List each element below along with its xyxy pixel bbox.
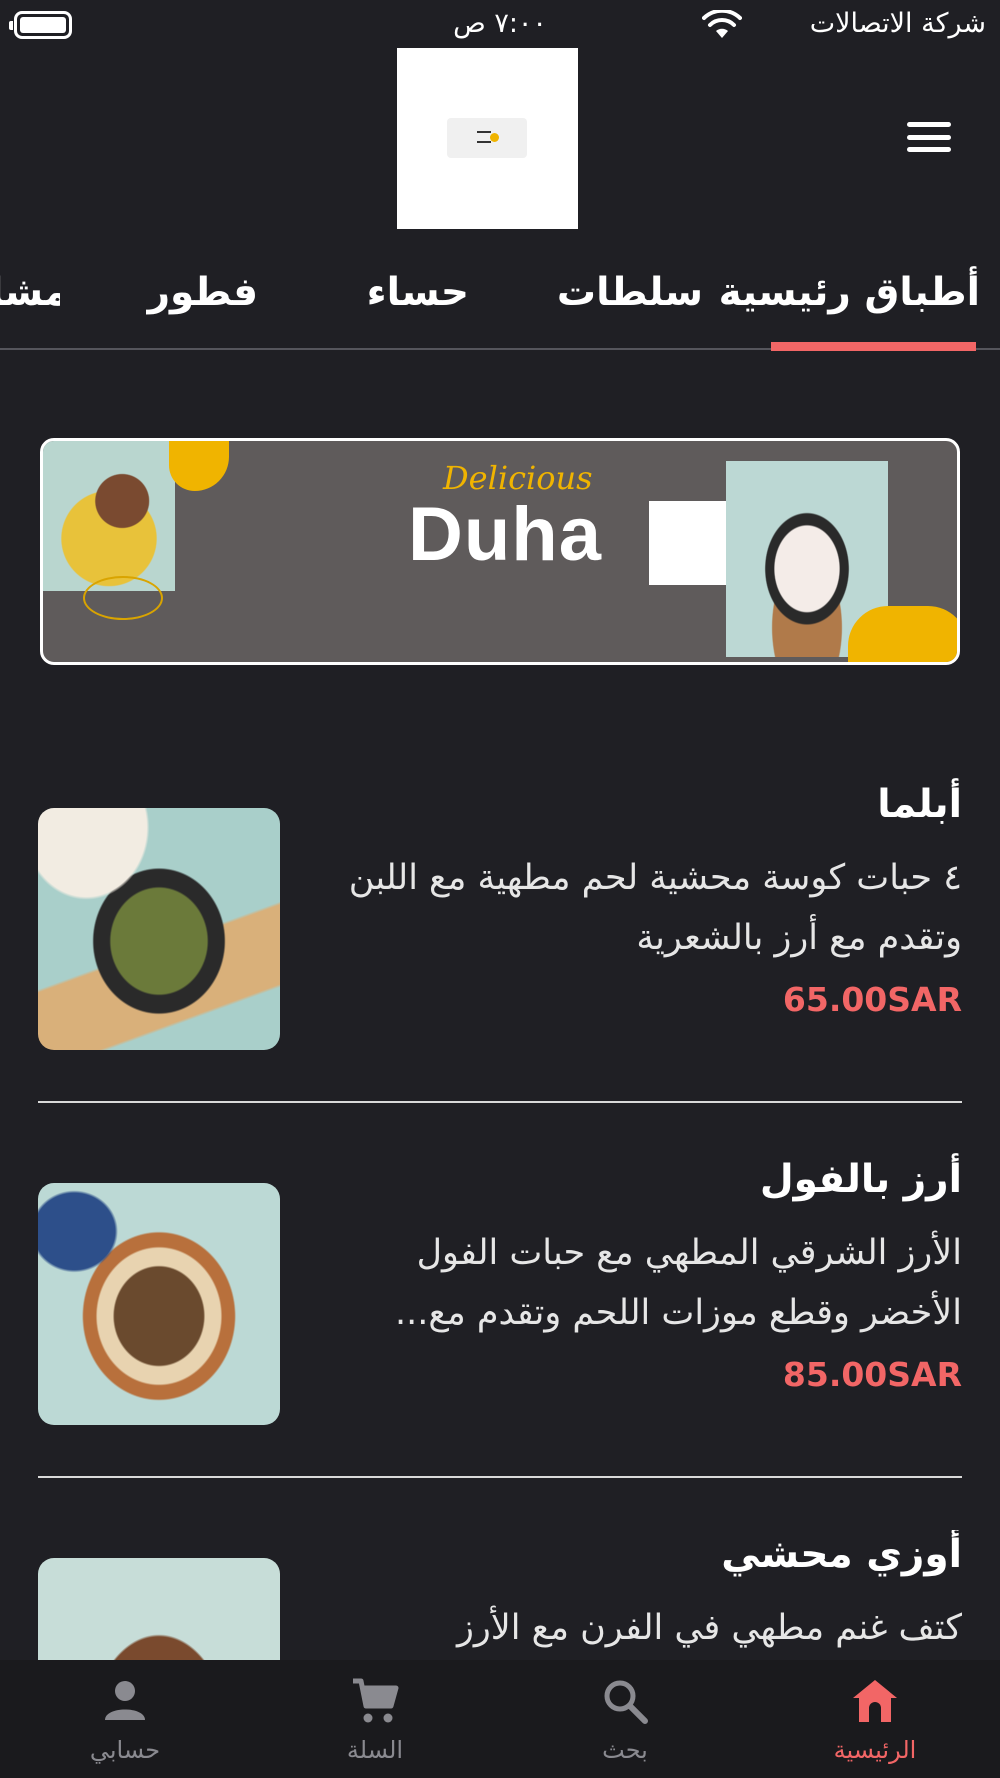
product-image[interactable] [38,1183,280,1425]
product-price: 65.00SAR [782,980,962,1019]
tab-breakfast[interactable]: فطور [148,270,258,315]
banner-decoration [169,441,229,491]
status-bar: ٧:٠٠ ص شركة الاتصالات [0,0,1000,48]
product-description: كتف غنم مطهي في الفرن مع الأرز [456,1608,962,1648]
hamburger-menu-icon[interactable] [905,118,953,156]
product-name: أبلما [877,782,962,827]
product-item[interactable]: أبلما ٤ حبات كوسة محشية لحم مطهية مع الل… [38,780,962,1060]
nav-cart[interactable]: السلة [250,1660,500,1778]
product-name: أوزي محشي [721,1532,962,1577]
tab-grills[interactable]: مشا [0,270,60,315]
banner-food-image-left [43,441,175,591]
nav-home[interactable]: الرئيسية [750,1660,1000,1778]
nav-home-label: الرئيسية [833,1736,917,1764]
logo-image [447,118,527,158]
divider [38,1101,962,1103]
product-item[interactable]: أرز بالفول الأرز الشرقي المطهي مع حبات ا… [38,1155,962,1435]
carrier-name: شركة الاتصالات [809,8,986,39]
product-description: ٤ حبات كوسة محشية لحم مطهية مع اللبن وتق… [348,858,962,958]
restaurant-logo[interactable] [397,48,578,229]
promo-banner[interactable]: Delicious Duha [40,438,960,665]
bottom-navigation: الرئيسية بحث السلة حسابي [0,1660,1000,1778]
wifi-icon [702,10,742,38]
search-icon [604,1680,648,1724]
nav-cart-label: السلة [346,1736,404,1764]
category-tabs: أطباق رئيسية سلطات حساء فطور مشا [0,258,1000,351]
nav-account[interactable]: حسابي [0,1660,250,1778]
nav-search[interactable]: بحث [500,1660,750,1778]
product-image[interactable] [38,1558,280,1660]
divider [38,1476,962,1478]
tab-main-dishes[interactable]: أطباق رئيسية [719,270,980,315]
active-tab-indicator [771,342,976,351]
product-description: الأرز الشرقي المطهي مع حبات الفول الأخضر… [395,1233,962,1333]
product-price: 85.00SAR [782,1355,962,1394]
banner-decoration [83,576,163,620]
tab-salads[interactable]: سلطات [557,270,703,315]
banner-decoration [848,606,957,662]
tab-soups[interactable]: حساء [367,270,469,315]
nav-account-label: حسابي [89,1736,161,1764]
banner-title: Duha [408,492,602,577]
product-item[interactable]: أوزي محشي كتف غنم مطهي في الفرن مع الأرز [38,1530,962,1660]
nav-search-label: بحث [602,1736,648,1764]
product-image[interactable] [38,808,280,1050]
home-icon [853,1680,897,1722]
account-icon [105,1681,145,1720]
cart-icon [353,1678,399,1723]
product-name: أرز بالفول [759,1157,962,1202]
